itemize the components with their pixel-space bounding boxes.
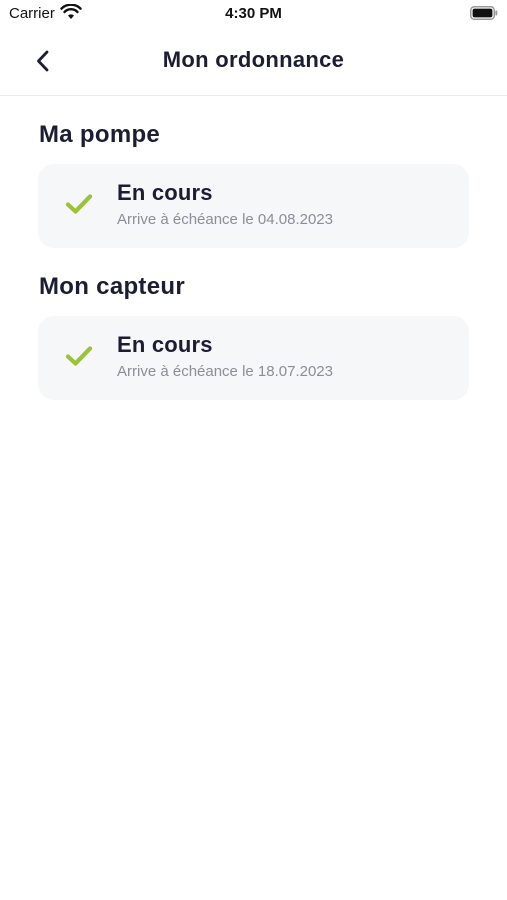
- status-time: 4:30 PM: [225, 5, 282, 22]
- check-icon: [65, 346, 93, 366]
- pump-status-label: En cours: [117, 180, 213, 205]
- status-bar: Carrier 4:30 PM: [0, 0, 507, 28]
- pump-expiry-label: Arrive à échéance le 04.08.2023: [117, 211, 333, 228]
- sensor-status-label: En cours: [117, 332, 213, 357]
- navigation-bar: Mon ordonnance: [0, 28, 507, 96]
- page-title: Mon ordonnance: [162, 47, 345, 72]
- sensor-prescription-card[interactable]: En cours Arrive à échéance le 18.07.2023: [38, 316, 469, 400]
- section-title-pump: Ma pompe: [39, 121, 161, 148]
- section-title-sensor: Mon capteur: [39, 273, 185, 300]
- sensor-expiry-label: Arrive à échéance le 18.07.2023: [117, 363, 333, 380]
- pump-prescription-card[interactable]: En cours Arrive à échéance le 04.08.2023: [38, 164, 469, 248]
- battery-icon: [470, 6, 498, 20]
- check-icon: [65, 194, 93, 214]
